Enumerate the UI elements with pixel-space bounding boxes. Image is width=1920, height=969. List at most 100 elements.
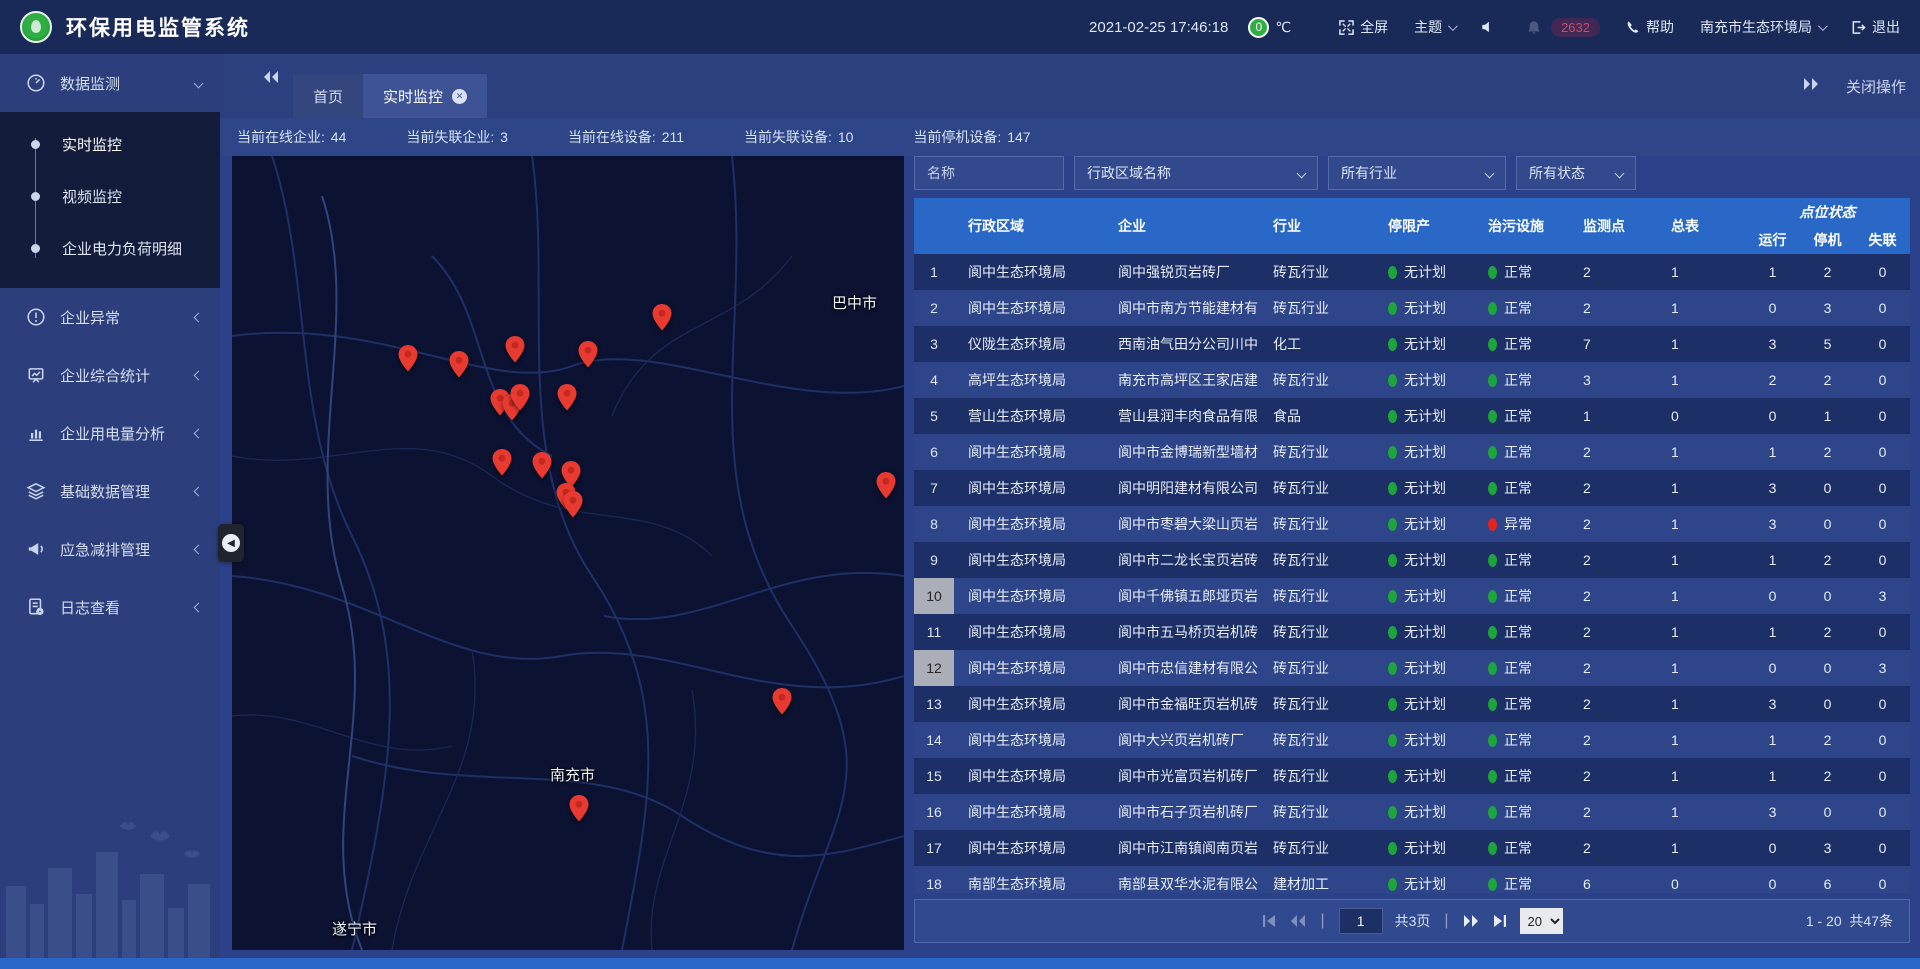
map-marker-icon[interactable] [449,351,469,378]
map-marker-icon[interactable] [557,384,577,411]
map-marker-icon[interactable] [505,336,525,363]
chevron-left-icon [194,312,204,322]
close-operations-button[interactable]: 关闭操作 [1846,76,1906,97]
cell-monitor-points: 2 [1569,506,1657,542]
notifications[interactable]: 2632 [1527,18,1600,37]
chart-icon [26,423,46,443]
name-filter-input[interactable] [927,165,1051,181]
notification-count-badge: 2632 [1551,18,1600,37]
status-filter-select[interactable]: 所有状态 [1516,156,1636,190]
cell-stopped: 1 [1800,398,1855,434]
skyline-decoration [0,808,220,958]
sidebar-subitem[interactable]: 视频监控 [0,170,220,222]
cell-disconnected: 0 [1855,362,1910,398]
table-row[interactable]: 3仪陇生态环境局西南油气田分公司川中化工无计划正常71350 [914,326,1910,362]
cell-running: 1 [1745,542,1800,578]
status-dot-icon [1388,806,1397,819]
sidebar-subitem[interactable]: 实时监控 [0,118,220,170]
sidebar-item-3[interactable]: 企业用电量分析 [0,404,220,462]
datetime: 2021-02-25 17:46:18 [1089,19,1228,36]
table-row[interactable]: 9阆中生态环境局阆中市二龙长宝页岩砖砖瓦行业无计划正常21120 [914,542,1910,578]
table-row[interactable]: 10阆中生态环境局阆中千佛镇五郎垭页岩砖瓦行业无计划正常21003 [914,578,1910,614]
sidebar-subitem[interactable]: 企业电力负荷明细 [0,222,220,274]
sidebar-item-2[interactable]: 企业综合统计 [0,346,220,404]
status-dot-icon [1488,698,1497,711]
stop-limit-label: 无计划 [1404,694,1446,714]
table-row[interactable]: 15阆中生态环境局阆中市光富页岩机砖厂砖瓦行业无计划正常21120 [914,758,1910,794]
sidebar-item-4[interactable]: 基础数据管理 [0,462,220,520]
map-marker-icon[interactable] [652,304,672,331]
stat-label: 当前在线企业: [237,129,329,145]
industry-filter-select[interactable]: 所有行业 [1328,156,1506,190]
cell-stop-limit: 无计划 [1374,722,1474,758]
page-number-input[interactable] [1339,908,1383,934]
sidebar-item-1[interactable]: 企业异常 [0,288,220,346]
map-marker-icon[interactable] [876,472,896,499]
table-row[interactable]: 6阆中生态环境局阆中市金博瑞新型墙材砖瓦行业无计划正常21120 [914,434,1910,470]
table-row[interactable]: 13阆中生态环境局阆中市金福旺页岩机砖砖瓦行业无计划正常21300 [914,686,1910,722]
previous-page-button[interactable] [1289,914,1306,928]
map-marker-icon[interactable] [578,341,598,368]
first-page-button[interactable] [1261,914,1277,928]
logout-button[interactable]: 退出 [1851,17,1900,37]
region-filter-select[interactable]: 行政区域名称 [1074,156,1318,190]
org-dropdown[interactable]: 南充市生态环境局 [1700,17,1825,37]
next-page-button[interactable] [1463,914,1480,928]
sidebar-item-5[interactable]: 应急减排管理 [0,520,220,578]
table-row[interactable]: 2阆中生态环境局阆中市南方节能建材有砖瓦行业无计划正常21030 [914,290,1910,326]
page-size-select[interactable]: 20 [1520,908,1563,934]
bullet-icon [31,244,40,253]
cell-company: 阆中市二龙长宝页岩砖 [1104,542,1259,578]
tab-label: 首页 [313,86,343,107]
table-row[interactable]: 8阆中生态环境局阆中市枣碧大梁山页岩砖瓦行业无计划异常21300 [914,506,1910,542]
table-row[interactable]: 7阆中生态环境局阆中明阳建材有限公司砖瓦行业无计划正常21300 [914,470,1910,506]
enterprise-panel: 行政区域名称 所有行业 所有状态 行政区域 企业 [914,156,1910,958]
table-row[interactable]: 16阆中生态环境局阆中市石子页岩机砖厂砖瓦行业无计划正常21300 [914,794,1910,830]
table-row[interactable]: 14阆中生态环境局阆中大兴页岩机砖厂砖瓦行业无计划正常21120 [914,722,1910,758]
cell-disconnected: 0 [1855,434,1910,470]
cell-company: 阆中市江南镇阆南页岩 [1104,830,1259,866]
map-marker-icon[interactable] [772,688,792,715]
tab-realtime-monitor[interactable]: 实时监控 ✕ [363,74,487,118]
stat-value: 10 [838,129,854,145]
tab-label: 实时监控 [383,86,443,107]
map-marker-icon[interactable] [398,345,418,372]
table-row[interactable]: 1阆中生态环境局阆中强锐页岩砖厂砖瓦行业无计划正常21120 [914,254,1910,290]
map-marker-icon[interactable] [569,795,589,822]
sidebar-item-6[interactable]: 日志查看 [0,578,220,636]
table-row[interactable]: 5营山生态环境局营山县润丰肉食品有限食品无计划正常10010 [914,398,1910,434]
panel-collapse-button[interactable]: ◀ [218,524,244,562]
map-panel[interactable]: 巴中市南充市遂宁市 ◀ [232,156,904,950]
cell-company: 阆中市光富页岩机砖厂 [1104,758,1259,794]
cell-total-meter: 1 [1657,326,1745,362]
sidebar-item-label: 企业综合统计 [60,365,195,386]
table-row[interactable]: 12阆中生态环境局阆中市忠信建材有限公砖瓦行业无计划正常21003 [914,650,1910,686]
table-row[interactable]: 4高坪生态环境局南充市高坪区王家店建砖瓦行业无计划正常31220 [914,362,1910,398]
tab-close-icon[interactable]: ✕ [452,89,467,104]
theme-dropdown[interactable]: 主题 [1414,17,1455,37]
tabs-scroll-left-button[interactable] [262,70,279,89]
mute-button[interactable] [1481,20,1501,34]
map-marker-icon[interactable] [492,449,512,476]
fullscreen-button[interactable]: 全屏 [1339,17,1388,37]
last-page-button[interactable] [1492,914,1508,928]
tab-home[interactable]: 首页 [293,74,363,118]
tabs-scroll-right-button[interactable] [1803,77,1820,96]
map-marker-icon[interactable] [563,491,583,518]
region-filter-value: 行政区域名称 [1087,163,1171,183]
map-marker-icon[interactable] [532,452,552,479]
row-number: 8 [914,506,954,542]
map-marker-icon[interactable] [510,384,530,411]
sidebar-subitem-label: 实时监控 [62,134,122,155]
help-button[interactable]: 帮助 [1626,17,1674,37]
stop-limit-label: 无计划 [1404,442,1446,462]
cell-region: 阆中生态环境局 [954,686,1104,722]
cell-stopped: 2 [1800,722,1855,758]
cell-disconnected: 0 [1855,506,1910,542]
name-filter[interactable] [914,156,1064,190]
table-row[interactable]: 17阆中生态环境局阆中市江南镇阆南页岩砖瓦行业无计划正常21030 [914,830,1910,866]
table-row[interactable]: 18南部生态环境局南部县双华水泥有限公建材加工无计划正常60060 [914,866,1910,893]
cell-monitor-points: 2 [1569,290,1657,326]
sidebar-item-0[interactable]: 数据监测 [0,54,220,112]
table-row[interactable]: 11阆中生态环境局阆中市五马桥页岩机砖砖瓦行业无计划正常21120 [914,614,1910,650]
